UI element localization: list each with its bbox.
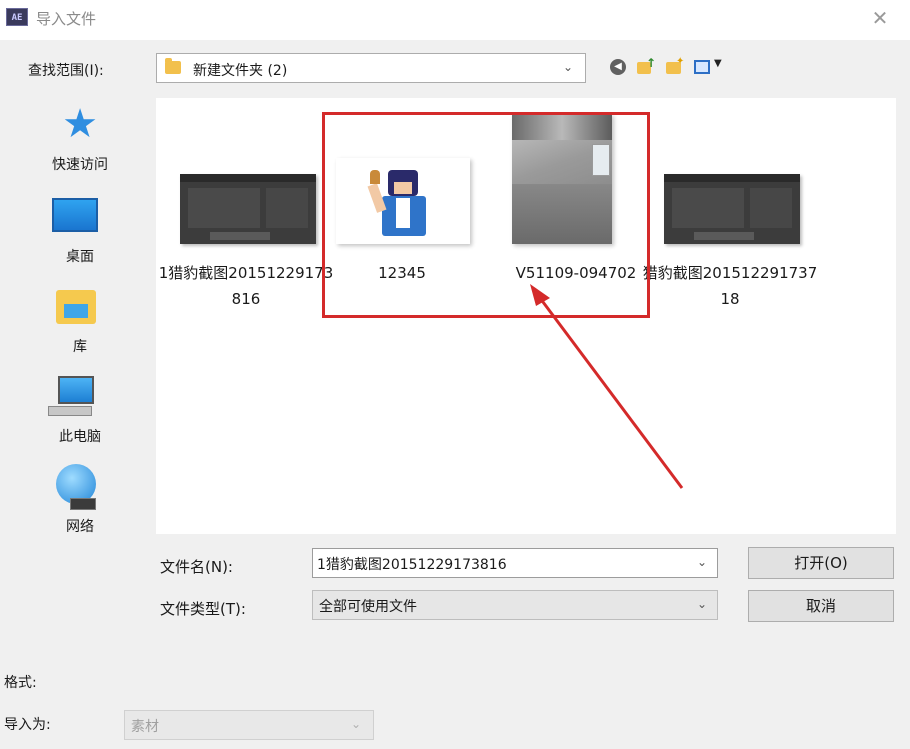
file-name-label: 文件名(N): bbox=[160, 558, 233, 576]
file-name-value[interactable]: 1猎豹截图20151229173816 bbox=[317, 554, 507, 574]
import-as-label: 导入为: bbox=[4, 717, 51, 733]
file-name-input[interactable]: 1猎豹截图20151229173816 ⌄ bbox=[312, 548, 718, 578]
chevron-down-icon[interactable]: ⌄ bbox=[697, 555, 707, 569]
cancel-button[interactable]: 取消 bbox=[748, 590, 894, 622]
file-type-value: 全部可使用文件 bbox=[319, 599, 417, 615]
import-as-select[interactable]: 素材 ⌄ bbox=[124, 710, 374, 740]
annotation-arrow bbox=[530, 284, 684, 489]
chevron-down-icon[interactable]: ⌄ bbox=[697, 597, 707, 611]
open-button[interactable]: 打开(O) bbox=[748, 547, 894, 579]
file-type-select[interactable]: 全部可使用文件 ⌄ bbox=[312, 590, 718, 620]
import-as-value: 素材 bbox=[131, 719, 159, 735]
format-label: 格式: bbox=[4, 675, 37, 691]
chevron-down-icon[interactable]: ⌄ bbox=[351, 717, 361, 731]
file-type-label: 文件类型(T): bbox=[160, 600, 246, 618]
